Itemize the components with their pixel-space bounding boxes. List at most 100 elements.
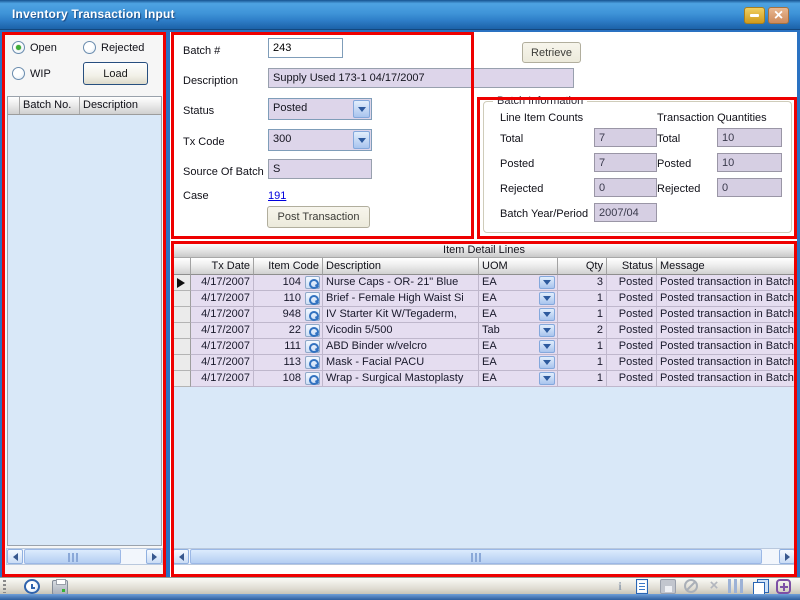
radio-open[interactable] [12, 41, 25, 54]
row-selector[interactable] [173, 371, 191, 387]
batch-list-hscrollbar[interactable] [6, 548, 163, 565]
scroll-left-icon[interactable] [173, 549, 189, 564]
item-detail-header: Tx Date Item Code Description UOM Qty St… [172, 258, 796, 275]
cell-qty: 1 [558, 291, 607, 307]
scrollbar-thumb[interactable] [24, 549, 121, 564]
chevron-down-icon[interactable] [539, 276, 555, 289]
magnifier-icon[interactable] [305, 324, 320, 337]
transaction-form-panel: Batch # 243 Description Supply Used 173-… [170, 32, 797, 577]
cell-message: Posted transaction in Batch [657, 355, 795, 371]
title-bar[interactable]: Inventory Transaction Input [0, 0, 800, 30]
chevron-down-icon[interactable] [353, 100, 370, 118]
chevron-down-icon[interactable] [539, 324, 555, 337]
separator-bars-icon[interactable] [728, 579, 744, 594]
source-of-batch-label: Source Of Batch [183, 166, 264, 178]
post-transaction-button[interactable]: Post Transaction [267, 206, 370, 228]
batch-information-group: Batch Information Line Item Counts Trans… [483, 101, 792, 233]
col-status[interactable]: Status [607, 258, 657, 275]
radio-wip[interactable] [12, 67, 25, 80]
col-selector [173, 258, 191, 275]
cell-qty: 1 [558, 339, 607, 355]
scroll-right-icon[interactable] [779, 549, 795, 564]
table-row[interactable]: 4/17/2007 108 Wrap - Surgical Mastoplast… [172, 371, 796, 387]
printer-icon[interactable] [52, 580, 68, 595]
window-bottom-border [0, 594, 800, 600]
tx-code-value: 300 [273, 133, 291, 145]
col-description[interactable]: Description [323, 258, 479, 275]
minimize-button[interactable] [744, 7, 765, 24]
magnifier-icon[interactable] [305, 372, 320, 385]
save-icon[interactable] [660, 579, 676, 594]
chevron-down-icon[interactable] [539, 356, 555, 369]
delete-icon[interactable]: × [706, 579, 722, 594]
cell-uom: EA [479, 355, 558, 371]
batch-number-input[interactable]: 243 [268, 38, 343, 58]
chevron-down-icon[interactable] [539, 372, 555, 385]
cell-description: Mask - Facial PACU [323, 355, 479, 371]
col-uom[interactable]: UOM [479, 258, 558, 275]
magnifier-icon[interactable] [305, 292, 320, 305]
scroll-right-icon[interactable] [146, 549, 162, 564]
cell-uom: EA [479, 371, 558, 387]
magnifier-icon[interactable] [305, 356, 320, 369]
table-row[interactable]: 4/17/2007 104 Nurse Caps - OR- 21" Blue … [172, 275, 796, 291]
scroll-left-icon[interactable] [7, 549, 23, 564]
magnifier-icon[interactable] [305, 276, 320, 289]
row-selector[interactable] [173, 339, 191, 355]
retrieve-button[interactable]: Retrieve [522, 42, 581, 63]
cell-uom: EA [479, 275, 558, 291]
col-tx-date[interactable]: Tx Date [191, 258, 254, 275]
item-detail-lines-title: Item Detail Lines [172, 242, 796, 258]
tx-code-dropdown[interactable]: 300 [268, 129, 372, 151]
row-selector[interactable] [173, 275, 191, 291]
cell-message: Posted transaction in Batch [657, 371, 795, 387]
table-row[interactable]: 4/17/2007 110 Brief - Female High Waist … [172, 291, 796, 307]
load-button[interactable]: Load [83, 62, 148, 85]
description-field[interactable]: Supply Used 173-1 04/17/2007 [268, 68, 574, 88]
cell-item-code: 111 [254, 339, 323, 355]
radio-wip-label: WIP [30, 68, 51, 80]
magnifier-icon[interactable] [305, 308, 320, 321]
document-icon[interactable] [636, 579, 648, 594]
magnifier-icon[interactable] [305, 340, 320, 353]
radio-rejected[interactable] [83, 41, 96, 54]
clock-icon[interactable] [24, 579, 40, 594]
chevron-down-icon[interactable] [539, 308, 555, 321]
chevron-down-icon[interactable] [353, 131, 370, 149]
cell-tx-date: 4/17/2007 [191, 371, 254, 387]
cell-qty: 1 [558, 307, 607, 323]
row-selector[interactable] [173, 291, 191, 307]
chevron-down-icon[interactable] [539, 340, 555, 353]
lic-posted-label: Posted [500, 158, 534, 170]
status-dropdown[interactable]: Posted [268, 98, 372, 120]
source-of-batch-field[interactable]: S [268, 159, 372, 179]
row-selector[interactable] [173, 307, 191, 323]
table-row[interactable]: 4/17/2007 111 ABD Binder w/velcro EA 1 P… [172, 339, 796, 355]
copy-pages-icon[interactable] [752, 579, 768, 594]
col-item-code[interactable]: Item Code [254, 258, 323, 275]
info-icon[interactable]: i [612, 579, 628, 594]
item-detail-hscrollbar[interactable] [172, 548, 796, 565]
batch-list-selector-header [8, 97, 20, 114]
item-detail-empty-area [172, 387, 796, 548]
batch-list[interactable]: Batch No. Description [7, 96, 162, 546]
table-row[interactable]: 4/17/2007 22 Vicodin 5/500 Tab 2 Posted … [172, 323, 796, 339]
row-selector[interactable] [173, 323, 191, 339]
radio-rejected-label: Rejected [101, 42, 144, 54]
batch-list-col-description[interactable]: Description [80, 97, 161, 114]
chevron-down-icon[interactable] [539, 292, 555, 305]
batch-list-col-batch-no[interactable]: Batch No. [20, 97, 80, 114]
cell-uom: Tab [479, 323, 558, 339]
table-row[interactable]: 4/17/2007 113 Mask - Facial PACU EA 1 Po… [172, 355, 796, 371]
row-selector[interactable] [173, 355, 191, 371]
toolbar-grip-icon[interactable] [3, 580, 6, 593]
table-row[interactable]: 4/17/2007 948 IV Starter Kit W/Tegaderm,… [172, 307, 796, 323]
scrollbar-thumb[interactable] [190, 549, 762, 564]
col-qty[interactable]: Qty [558, 258, 607, 275]
case-link[interactable]: 191 [268, 190, 286, 202]
cell-description: Brief - Female High Waist Si [323, 291, 479, 307]
cancel-icon[interactable] [684, 579, 698, 593]
col-message[interactable]: Message [657, 258, 795, 275]
add-plus-icon[interactable] [776, 579, 791, 594]
close-button[interactable] [768, 7, 789, 24]
